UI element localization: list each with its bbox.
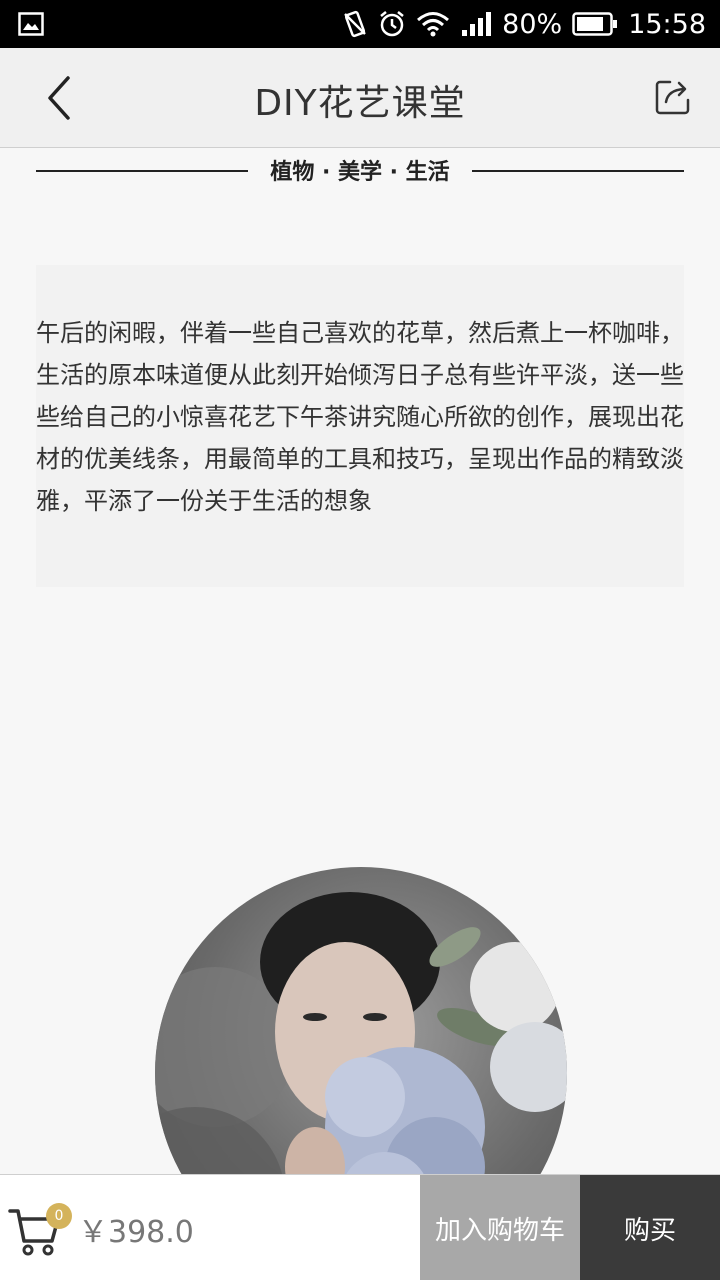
- battery-percent: 80%: [502, 8, 563, 40]
- status-icons: 80% 15:58: [342, 0, 706, 48]
- description-text: 午后的闲暇，伴着一些自己喜欢的花草，然后煮上一杯咖啡，生活的原本味道便从此刻开始…: [36, 319, 684, 515]
- description-card: 午后的闲暇，伴着一些自己喜欢的花草，然后煮上一杯咖啡，生活的原本味道便从此刻开始…: [36, 265, 684, 587]
- page-title: DIY花艺课堂: [254, 83, 466, 124]
- image-icon: [18, 12, 44, 36]
- buy-button[interactable]: 购买: [580, 1175, 720, 1280]
- status-bar: 80% 15:58: [0, 0, 720, 48]
- tagline-divider-right: [472, 170, 684, 172]
- battery-icon: [572, 12, 618, 36]
- clock: 15:58: [628, 8, 706, 40]
- cart-count-badge: 0: [46, 1203, 72, 1229]
- app-header: DIY花艺课堂: [0, 48, 720, 148]
- add-to-cart-button[interactable]: 加入购物车: [420, 1175, 580, 1280]
- alarm-icon: [380, 11, 404, 37]
- vibrate-icon: [344, 10, 367, 38]
- tagline-row: 植物 · 美学 · 生活: [36, 152, 684, 188]
- share-button[interactable]: [654, 76, 694, 116]
- price: ￥398.0: [78, 1215, 194, 1250]
- signal-icon: [462, 12, 492, 36]
- wifi-icon: [417, 12, 450, 37]
- bottom-action-bar: 0 ￥398.0 加入购物车 购买: [0, 1174, 720, 1280]
